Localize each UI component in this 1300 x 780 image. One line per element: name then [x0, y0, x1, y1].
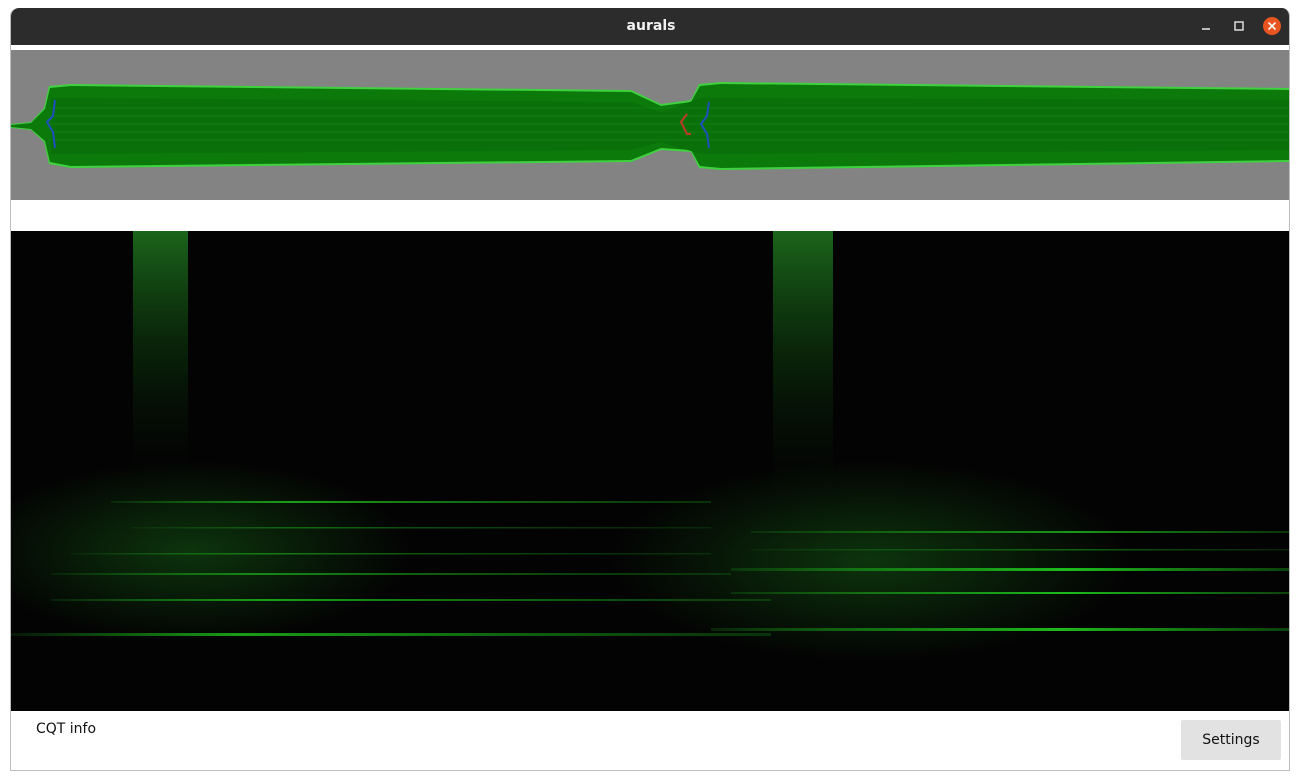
maximize-icon: [1234, 21, 1244, 31]
minimize-button[interactable]: [1197, 17, 1215, 35]
spectrogram-burst-2: [773, 231, 833, 491]
title-bar[interactable]: aurals: [11, 8, 1289, 45]
close-button[interactable]: [1263, 17, 1281, 35]
spectrogram-glow-1: [11, 461, 411, 641]
minimize-icon: [1202, 28, 1210, 30]
cqt-info-label: CQT info: [36, 721, 97, 737]
maximize-button[interactable]: [1230, 17, 1248, 35]
close-icon: [1267, 21, 1277, 31]
separator-space: [11, 200, 1289, 231]
waveform-view[interactable]: [11, 50, 1289, 200]
spectrogram-view[interactable]: [11, 231, 1289, 711]
app-window: aurals CQT info Settings: [10, 8, 1290, 771]
spectrogram-burst-1: [133, 231, 188, 471]
window-title: aurals: [626, 18, 676, 34]
footer-bar: CQT info Settings: [11, 711, 1289, 770]
settings-button[interactable]: Settings: [1181, 720, 1281, 760]
